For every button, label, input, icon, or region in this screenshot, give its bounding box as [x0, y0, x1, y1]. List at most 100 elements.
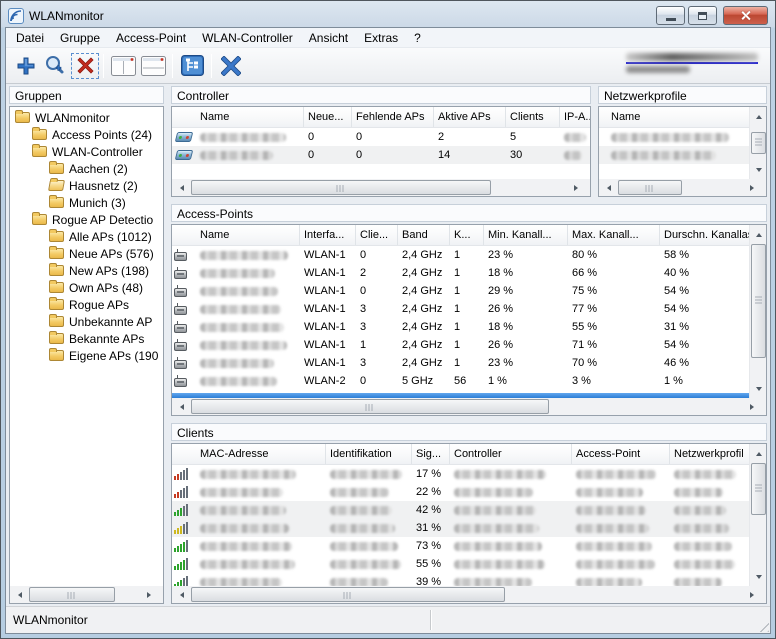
table-row[interactable]: WLAN-112,4 GHz126 %71 %54 % [172, 336, 749, 354]
scrollbar-thumb[interactable] [751, 244, 766, 358]
column-header[interactable]: Name [196, 225, 300, 245]
add-group-button[interactable] [11, 52, 41, 80]
scroll-down-button[interactable] [750, 162, 766, 179]
scroll-right-button[interactable] [749, 179, 766, 196]
scroll-right-button[interactable] [146, 586, 163, 603]
tree-item[interactable]: Eigene APs (190 [10, 347, 163, 364]
table-row[interactable]: WLAN-102,4 GHz129 %75 %54 % [172, 282, 749, 300]
column-header-icon[interactable] [172, 107, 196, 127]
table-row[interactable]: WLAN-122,4 GHz118 %66 %40 % [172, 264, 749, 282]
search-button[interactable] [41, 52, 71, 80]
close-button[interactable] [723, 6, 768, 25]
scrollbar-thumb[interactable] [191, 180, 491, 195]
scrollbar-thumb[interactable] [29, 587, 115, 602]
tree-item[interactable]: WLAN-Controller [10, 143, 163, 160]
table-row[interactable]: WLAN-102,4 GHz123 %80 %58 % [172, 246, 749, 264]
column-header[interactable]: Neue... [304, 107, 352, 127]
horizontal-scrollbar[interactable] [10, 586, 163, 603]
table-row[interactable] [599, 146, 749, 164]
column-header[interactable]: Fehlende APs [352, 107, 434, 127]
scrollbar-thumb[interactable] [618, 180, 682, 195]
scroll-up-button[interactable] [750, 107, 766, 124]
horizontal-scrollbar[interactable] [172, 179, 590, 196]
tree-item[interactable]: WLANmonitor [10, 109, 163, 126]
tree-view-button[interactable] [177, 52, 207, 80]
tree-item[interactable]: New APs (198) [10, 262, 163, 279]
scroll-up-button[interactable] [750, 444, 766, 461]
menu-item-access-point[interactable]: Access-Point [108, 28, 194, 47]
column-header[interactable]: Aktive APs [434, 107, 506, 127]
minimize-button[interactable] [656, 6, 685, 25]
tree-item[interactable]: Alle APs (1012) [10, 228, 163, 245]
tree-item[interactable]: Neue APs (576) [10, 245, 163, 262]
tree-item[interactable]: Hausnetz (2) [10, 177, 163, 194]
scroll-left-button[interactable] [172, 179, 189, 196]
tree-item[interactable]: Rogue AP Detectio [10, 211, 163, 228]
table-row[interactable]: 55 % [172, 555, 749, 573]
column-header[interactable]: MAC-Adresse [196, 444, 326, 464]
column-header[interactable]: Band [398, 225, 450, 245]
menu-item-gruppe[interactable]: Gruppe [52, 28, 108, 47]
tree-item[interactable]: Rogue APs [10, 296, 163, 313]
scrollbar-thumb[interactable] [191, 399, 549, 414]
table-row[interactable]: WLAN-132,4 GHz118 %55 %31 % [172, 318, 749, 336]
tree-item[interactable]: Access Points (24) [10, 126, 163, 143]
column-header-icon[interactable] [172, 225, 196, 245]
menu-item--[interactable]: ? [406, 28, 429, 47]
column-header[interactable]: Identifikation [326, 444, 412, 464]
collapse-button[interactable] [216, 52, 246, 80]
column-header[interactable]: Name [196, 107, 304, 127]
column-header[interactable]: Controller [450, 444, 572, 464]
horizontal-scrollbar[interactable] [172, 586, 766, 603]
tree-item[interactable]: Munich (3) [10, 194, 163, 211]
resize-grip[interactable] [756, 619, 769, 632]
column-header[interactable]: Min. Kanall... [484, 225, 568, 245]
delete-button[interactable] [71, 53, 99, 79]
tree-item[interactable]: Own APs (48) [10, 279, 163, 296]
tree-item[interactable]: Aachen (2) [10, 160, 163, 177]
table-row[interactable]: 42 % [172, 501, 749, 519]
table-row[interactable]: 39 % [172, 573, 749, 586]
scrollbar-thumb[interactable] [751, 132, 766, 154]
table-row[interactable]: 0025 [172, 128, 590, 146]
scroll-left-button[interactable] [172, 586, 189, 603]
tree-item[interactable]: Bekannte APs [10, 330, 163, 347]
table-row[interactable]: WLAN-132,4 GHz126 %77 %54 % [172, 300, 749, 318]
column-header[interactable]: K... [450, 225, 484, 245]
column-header[interactable]: IP-A... [560, 107, 590, 127]
scroll-down-button[interactable] [750, 569, 766, 586]
vertical-scrollbar[interactable] [749, 444, 766, 586]
column-header[interactable]: Sig... [412, 444, 450, 464]
column-header-icon[interactable] [599, 107, 607, 127]
menu-item-wlan-controller[interactable]: WLAN-Controller [194, 28, 301, 47]
scroll-up-button[interactable] [750, 225, 766, 242]
scroll-down-button[interactable] [750, 381, 766, 398]
column-header[interactable]: Access-Point [572, 444, 670, 464]
maximize-button[interactable] [688, 6, 717, 25]
table-row[interactable]: WLAN-205 GHz561 %3 %1 % [172, 372, 749, 390]
table-row[interactable] [599, 128, 749, 146]
title-bar[interactable]: WLANmonitor [5, 1, 771, 27]
scroll-right-button[interactable] [573, 179, 590, 196]
column-header[interactable]: Durschn. Kanallast [660, 225, 749, 245]
column-header[interactable]: Netzwerkprofil [670, 444, 749, 464]
horizontal-scrollbar[interactable] [172, 398, 766, 415]
column-header[interactable]: Name [607, 107, 749, 127]
scroll-right-button[interactable] [749, 586, 766, 603]
column-header-icon[interactable] [172, 444, 196, 464]
vertical-scrollbar[interactable] [749, 225, 766, 398]
split-horizontal-button[interactable] [138, 52, 168, 80]
horizontal-scrollbar[interactable] [599, 179, 766, 196]
scrollbar-thumb[interactable] [191, 587, 505, 602]
table-row[interactable]: WLAN-132,4 GHz123 %70 %46 % [172, 354, 749, 372]
scroll-left-button[interactable] [10, 586, 27, 603]
menu-item-ansicht[interactable]: Ansicht [301, 28, 356, 47]
scrollbar-thumb[interactable] [751, 463, 766, 515]
table-row[interactable]: 001430 [172, 146, 590, 164]
tree-item[interactable]: Unbekannte AP [10, 313, 163, 330]
scroll-right-button[interactable] [749, 398, 766, 415]
column-header[interactable]: Clients [506, 107, 560, 127]
table-row[interactable]: 73 % [172, 537, 749, 555]
menu-item-datei[interactable]: Datei [8, 28, 52, 47]
scroll-left-button[interactable] [599, 179, 616, 196]
